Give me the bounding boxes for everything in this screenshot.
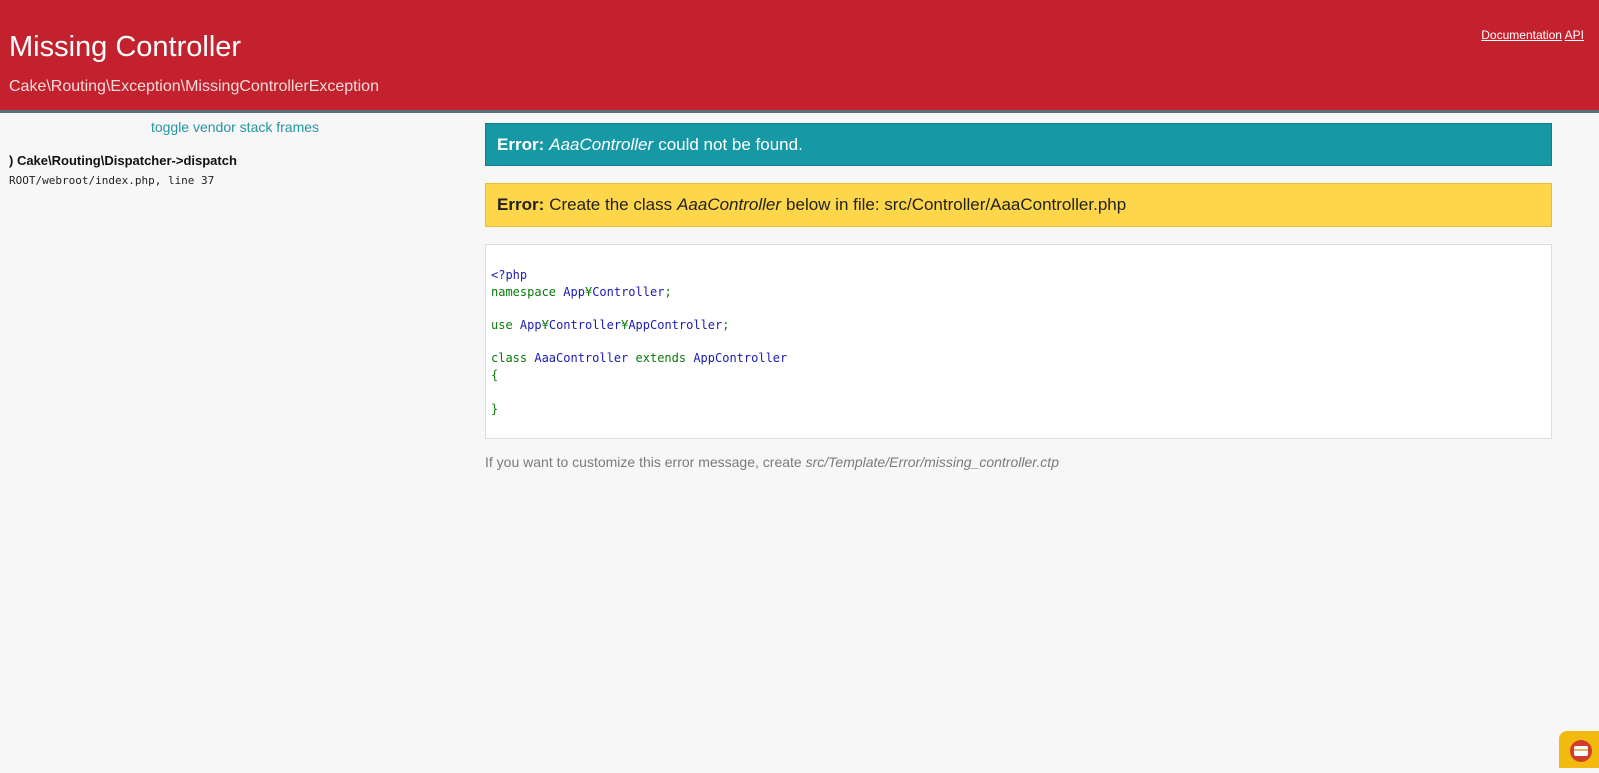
stack-frame-title: ) Cake\Routing\Dispatcher->dispatch — [9, 153, 237, 168]
use-app-controller: AppController — [628, 318, 723, 333]
error-content: Error: AaaController could not be found.… — [485, 123, 1552, 470]
class-name: AaaController — [534, 351, 629, 366]
error-label: Error: — [497, 134, 545, 154]
customize-hint: If you want to customize this error mess… — [485, 454, 1552, 470]
namespace-separator: ¥ — [541, 318, 549, 333]
error-text: could not be found. — [658, 134, 803, 154]
semicolon: ; — [722, 318, 730, 333]
use-app: App — [519, 318, 542, 333]
code-snippet: <?php namespace App¥Controller; use App¥… — [485, 244, 1552, 439]
extends-keyword: extends — [635, 351, 687, 366]
customize-hint-text: If you want to customize this error mess… — [485, 454, 802, 470]
api-link[interactable]: API — [1565, 28, 1584, 42]
documentation-link[interactable]: Documentation — [1481, 28, 1562, 42]
template-path: src/Template/Error/missing_controller.ct… — [805, 454, 1059, 470]
stack-trace-panel: toggle vendor stack frames ) Cake\Routin… — [0, 113, 470, 187]
toggle-vendor-frames-link[interactable]: toggle vendor stack frames — [0, 119, 470, 135]
error-label: Error: — [497, 195, 545, 214]
page-title: Missing Controller — [9, 31, 242, 63]
php-open-tag: <?php — [491, 268, 528, 282]
namespace-keyword: namespace — [491, 284, 557, 299]
error-suffix: below in file: src/Controller/AaaControl… — [786, 195, 1127, 214]
class-keyword: class — [491, 351, 528, 366]
error-class-name: AaaController — [549, 134, 654, 154]
stack-frame-file: ROOT/webroot/index.php, line 37 — [9, 174, 215, 187]
error-class-name: AaaController — [677, 195, 782, 214]
code-line: { — [491, 367, 1546, 384]
header-links: Documentation API — [1481, 28, 1584, 42]
code-line: use App¥Controller¥AppController; — [491, 317, 1546, 334]
header-bar: Missing Controller Cake\Routing\Exceptio… — [0, 0, 1599, 113]
code-line: <?php — [491, 267, 1546, 284]
open-brace: { — [491, 368, 499, 383]
use-controller: Controller — [548, 318, 622, 333]
stack-frame[interactable]: ) Cake\Routing\Dispatcher->dispatch ROOT… — [0, 153, 470, 187]
cakephp-debugkit-icon[interactable] — [1559, 731, 1599, 768]
semicolon: ; — [664, 284, 672, 299]
error-prefix: Create the class — [549, 195, 673, 214]
parent-class: AppController — [693, 351, 788, 366]
error-create-message: Error: Create the class AaaController be… — [485, 183, 1552, 227]
error-not-found-message: Error: AaaController could not be found. — [485, 123, 1552, 166]
code-line: } — [491, 401, 1546, 418]
namespace-app: App — [563, 284, 585, 299]
close-brace: } — [491, 401, 499, 416]
exception-class: Cake\Routing\Exception\MissingController… — [9, 78, 379, 95]
use-keyword: use — [491, 318, 513, 333]
code-line: class AaaController extends AppControlle… — [491, 350, 1546, 367]
code-line: namespace App¥Controller; — [491, 284, 1546, 301]
namespace-controller: Controller — [592, 284, 665, 299]
